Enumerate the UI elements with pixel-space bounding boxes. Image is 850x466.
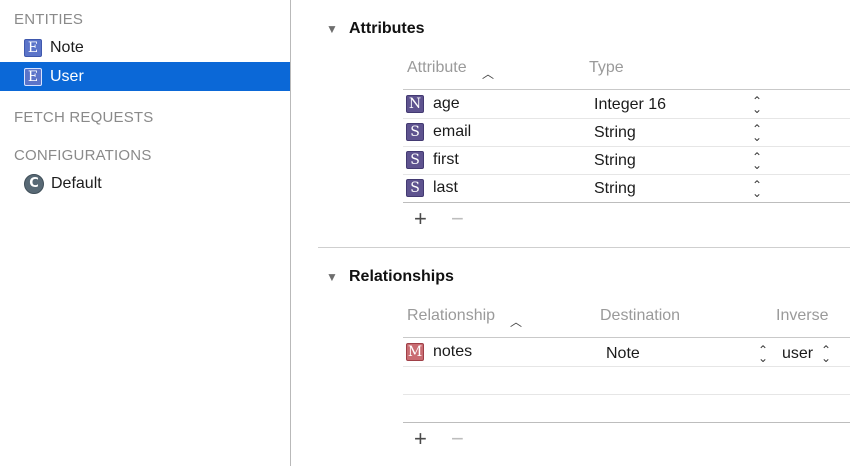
integer-attribute-icon: N bbox=[406, 95, 424, 113]
inverse-stepper-icon[interactable]: ⌃ ⌄ bbox=[821, 344, 831, 364]
relationships-disclosure-triangle-icon[interactable]: ▼ bbox=[326, 270, 338, 284]
attribute-type-select[interactable]: String bbox=[594, 152, 636, 170]
relationships-section-title: Relationships bbox=[349, 268, 454, 285]
type-stepper-icon[interactable]: ⌃ ⌄ bbox=[752, 95, 762, 115]
type-column-header[interactable]: Type bbox=[589, 59, 624, 77]
sort-ascending-icon: ︿ bbox=[510, 315, 523, 329]
to-many-relationship-icon: M bbox=[406, 343, 424, 361]
attributes-disclosure-triangle-icon[interactable]: ▼ bbox=[326, 22, 338, 36]
string-attribute-icon: S bbox=[406, 151, 424, 169]
attribute-type-select[interactable]: Integer 16 bbox=[594, 96, 666, 114]
row-separator bbox=[403, 366, 850, 367]
relationship-column-header[interactable]: Relationship bbox=[407, 307, 495, 325]
type-stepper-icon[interactable]: ⌃ ⌄ bbox=[752, 151, 762, 171]
string-attribute-icon: S bbox=[406, 123, 424, 141]
attribute-type-select[interactable]: String bbox=[594, 124, 636, 142]
destination-stepper-icon[interactable]: ⌃ ⌄ bbox=[758, 344, 768, 364]
add-relationship-button[interactable]: + bbox=[414, 426, 427, 452]
sort-ascending-icon: ︿ bbox=[482, 67, 495, 81]
type-stepper-icon[interactable]: ⌃ ⌄ bbox=[752, 179, 762, 199]
relationship-name[interactable]: notes bbox=[433, 343, 472, 361]
entity-icon: E bbox=[24, 67, 42, 86]
type-stepper-icon[interactable]: ⌃ ⌄ bbox=[752, 123, 762, 143]
configurations-heading: CONFIGURATIONS bbox=[14, 147, 152, 164]
relationships-table-bottom-rule bbox=[403, 422, 850, 423]
remove-relationship-button[interactable]: − bbox=[451, 426, 464, 452]
row-separator bbox=[403, 394, 850, 395]
sidebar-item-label: User bbox=[50, 67, 84, 85]
destination-select[interactable]: Note bbox=[606, 345, 640, 363]
attribute-name[interactable]: email bbox=[433, 123, 471, 141]
attributes-section-title: Attributes bbox=[349, 20, 425, 37]
attributes-table-bottom-rule bbox=[403, 202, 850, 203]
sidebar-item-label: Note bbox=[50, 38, 84, 56]
entities-heading: ENTITIES bbox=[14, 11, 84, 28]
sidebar-item-default[interactable]: C Default bbox=[0, 169, 290, 198]
fetch-requests-heading: FETCH REQUESTS bbox=[14, 109, 154, 126]
add-attribute-button[interactable]: + bbox=[414, 206, 427, 232]
attribute-name[interactable]: last bbox=[433, 179, 458, 197]
remove-attribute-button[interactable]: − bbox=[451, 206, 464, 232]
entity-editor: ▼ Attributes Attribute ︿ Type N age Inte… bbox=[291, 0, 850, 466]
attribute-type-select[interactable]: String bbox=[594, 180, 636, 198]
attribute-name[interactable]: age bbox=[433, 95, 460, 113]
string-attribute-icon: S bbox=[406, 179, 424, 197]
sidebar-item-user[interactable]: E User bbox=[0, 62, 290, 91]
sidebar-item-note[interactable]: E Note bbox=[0, 33, 290, 62]
inverse-select[interactable]: user bbox=[782, 345, 813, 363]
destination-column-header[interactable]: Destination bbox=[600, 307, 680, 325]
attribute-name[interactable]: first bbox=[433, 151, 459, 169]
sidebar-item-label: Default bbox=[51, 174, 102, 192]
section-divider bbox=[318, 247, 850, 248]
inverse-column-header[interactable]: Inverse bbox=[776, 307, 828, 325]
entity-icon: E bbox=[24, 38, 42, 57]
attribute-column-header[interactable]: Attribute bbox=[407, 59, 467, 77]
configuration-icon: C bbox=[24, 173, 44, 194]
sidebar: ENTITIES E Note E User FETCH REQUESTS CO… bbox=[0, 0, 291, 466]
